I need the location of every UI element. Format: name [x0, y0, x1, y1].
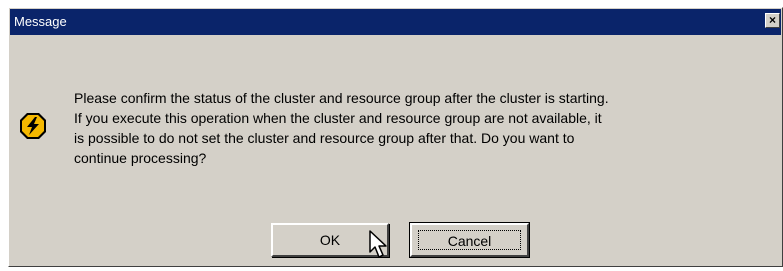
message-line: continue processing?	[74, 150, 207, 166]
mouse-pointer-icon	[369, 230, 387, 258]
focus-rect: Cancel	[418, 230, 521, 250]
message-line: is possible to do not set the cluster an…	[74, 130, 575, 146]
message-line: Please confirm the status of the cluster…	[74, 90, 609, 106]
window-title: Message	[14, 14, 67, 29]
warning-lightning-icon	[20, 113, 46, 139]
cancel-button[interactable]: Cancel	[409, 222, 530, 258]
cancel-button-label: Cancel	[447, 233, 492, 249]
ok-button-label: OK	[319, 232, 341, 248]
message-dialog: Message × Please confirm the status of t…	[8, 7, 783, 267]
title-bar[interactable]: Message ×	[10, 9, 781, 35]
message-line: If you execute this operation when the c…	[74, 110, 602, 126]
close-icon: ×	[768, 13, 776, 27]
message-text: Please confirm the status of the cluster…	[74, 88, 774, 168]
close-button[interactable]: ×	[765, 13, 780, 28]
